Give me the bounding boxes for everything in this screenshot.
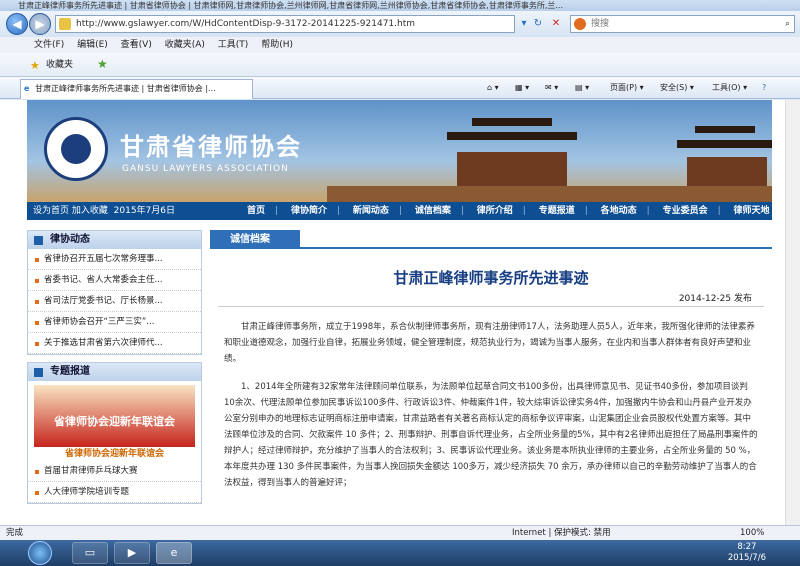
nav-lawyers[interactable]: 律师天地	[724, 202, 780, 220]
clock[interactable]: 8:27 2015/7/6	[728, 542, 766, 564]
list-item[interactable]: 人大律师学院培训专题	[28, 482, 201, 503]
search-input[interactable]: 搜搜 ⌕	[570, 15, 795, 33]
clock-date: 2015/7/6	[727, 553, 766, 563]
nav-home[interactable]: 首页	[237, 202, 275, 220]
explorer-icon[interactable]: ▭	[72, 542, 108, 564]
article-title: 甘肃正峰律师事务所先进事迹	[393, 269, 589, 287]
list-item[interactable]: 省律协召开五届七次常务理事...	[28, 249, 201, 270]
refresh-icon[interactable]: ↻	[530, 16, 546, 32]
page-icon	[59, 18, 71, 30]
banner-caption[interactable]: 省律师协会迎新年联谊会	[28, 447, 201, 461]
seal-logo-icon	[44, 117, 108, 181]
nav-date: 设为首页 加入收藏 2015年7月6日	[33, 202, 175, 220]
address-row: ◀ ▶ http://www.gslawyer.com/W/HdContentD…	[0, 11, 800, 37]
fortress-wall	[327, 186, 772, 202]
tools-menu[interactable]: 工具(O) ▾	[712, 81, 747, 95]
menu-tools[interactable]: 工具(T)	[218, 40, 249, 50]
list-item[interactable]: 省委书记、省人大常委会主任...	[28, 270, 201, 291]
menu-favorites[interactable]: 收藏夹(A)	[165, 40, 205, 50]
window-title: 甘肃正峰律师事务所先进事迹 | 甘肃省律师协会 | 甘肃律师网,甘肃律师协会,兰…	[18, 1, 563, 10]
menu-bar: 文件(F) 编辑(E) 查看(V) 收藏夹(A) 工具(T) 帮助(H)	[0, 37, 800, 53]
sidebar: 律协动态 省律协召开五届七次常务理事... 省委书记、省人大常委会主任... 省…	[27, 230, 202, 511]
status-bar: 完成 Internet | 保护模式: 禁用 100%	[0, 525, 800, 540]
news-box: 律协动态 省律协召开五届七次常务理事... 省委书记、省人大常委会主任... 省…	[27, 230, 202, 355]
feeds-icon[interactable]: ▦ ▾	[515, 81, 529, 95]
ie-icon[interactable]: e	[156, 542, 192, 564]
favorites-bar: ★ 收藏夹 ★	[0, 53, 800, 77]
stop-icon[interactable]: ✕	[548, 16, 564, 32]
mail-icon[interactable]: ✉ ▾	[545, 81, 558, 95]
print-icon[interactable]: ▤ ▾	[575, 81, 589, 95]
search-placeholder: 搜搜	[591, 19, 610, 29]
title-divider: 2014-12-25 发布	[218, 294, 764, 307]
list-item[interactable]: 省律师协会召开“三严三实”...	[28, 312, 201, 333]
home-icon[interactable]: ⌂ ▾	[487, 81, 499, 95]
clock-time: 8:27	[737, 542, 757, 552]
site-logo-text: 甘肃省律师协会	[120, 132, 302, 161]
add-favorite-icon[interactable]: ★	[97, 58, 108, 70]
tab-row: 甘肃正峰律师事务所先进事迹 | 甘肃省律师协会 |... ⌂ ▾ ▦ ▾ ✉ ▾…	[0, 77, 800, 99]
forward-arrow-icon[interactable]: ▶	[29, 13, 51, 35]
web-page: 甘肃省律师协会 GANSU LAWYERS ASSOCIATION 设为首页 加…	[0, 100, 800, 525]
list-item[interactable]: 关于推选甘肃省第六次律师代...	[28, 333, 201, 354]
vertical-scrollbar[interactable]	[785, 100, 800, 525]
article-paragraph: 甘肃正峰律师事务所，成立于1998年，系合伙制律师事务所，现有注册律师17人，法…	[224, 322, 755, 364]
nav-topics[interactable]: 专题报道	[529, 202, 585, 220]
nav-integrity[interactable]: 诚信档案	[405, 202, 461, 220]
browser-tab[interactable]: 甘肃正峰律师事务所先进事迹 | 甘肃省律师协会 |...	[20, 79, 253, 99]
nav-firms[interactable]: 律所介绍	[467, 202, 523, 220]
topics-heading: 专题报道	[28, 363, 201, 381]
zone-text: Internet | 保护模式: 禁用	[512, 528, 611, 538]
start-button[interactable]	[28, 541, 52, 565]
article-paragraph: 1、2014年全所建有32家常年法律顾问单位联系，为法顾单位起草合同文书100多…	[224, 382, 758, 488]
menu-file[interactable]: 文件(F)	[34, 40, 64, 50]
event-banner[interactable]: 省律师协会迎新年联谊会	[34, 385, 195, 447]
add-fav-link[interactable]: 加入收藏	[72, 206, 108, 216]
nav-local[interactable]: 各地动态	[591, 202, 647, 220]
list-item[interactable]: 省司法厅党委书记、厅长杨景...	[28, 291, 201, 312]
page-menu[interactable]: 页面(P) ▾	[610, 81, 644, 95]
help-icon[interactable]: ?	[762, 81, 766, 95]
topics-box: 专题报道 省律师协会迎新年联谊会 省律师协会迎新年联谊会 首届甘肃律师乒乓球大赛…	[27, 362, 202, 504]
zoom-level[interactable]: 100%	[740, 526, 764, 540]
favorites-button[interactable]: 收藏夹	[46, 53, 73, 77]
menu-edit[interactable]: 编辑(E)	[77, 40, 108, 50]
fortress-roof	[447, 132, 577, 140]
article-date: 2014-12-25 发布	[678, 294, 752, 304]
nav-committee[interactable]: 专业委员会	[653, 202, 718, 220]
nav-news[interactable]: 新闻动态	[343, 202, 399, 220]
address-url: http://www.gslawyer.com/W/HdContentDisp-…	[76, 19, 416, 29]
menu-view[interactable]: 查看(V)	[121, 40, 152, 50]
current-date: 2015年7月6日	[113, 206, 175, 216]
favorites-star-icon[interactable]: ★	[30, 60, 40, 71]
safety-menu[interactable]: 安全(S) ▾	[660, 81, 694, 95]
search-icon[interactable]: ⌕	[785, 16, 790, 32]
site-logo-english: GANSU LAWYERS ASSOCIATION	[122, 164, 289, 174]
news-heading: 律协动态	[28, 231, 201, 249]
status-text: 完成	[6, 528, 24, 538]
fortress-roof	[472, 118, 552, 126]
back-arrow-icon[interactable]: ◀	[6, 13, 28, 35]
section-header: 诚信档案	[210, 230, 772, 249]
site-header: 甘肃省律师协会 GANSU LAWYERS ASSOCIATION	[27, 100, 772, 202]
search-provider-icon	[574, 18, 586, 30]
set-home-link[interactable]: 设为首页	[33, 206, 69, 216]
taskbar: ▭ ▶ e 8:27 2015/7/6	[0, 540, 800, 566]
address-bar[interactable]: http://www.gslawyer.com/W/HdContentDisp-…	[55, 15, 515, 33]
fortress-roof	[695, 126, 755, 133]
article-area: 诚信档案 甘肃正峰律师事务所先进事迹 2014-12-25 发布 甘肃正峰律师事…	[210, 230, 772, 491]
list-item[interactable]: 首届甘肃律师乒乓球大赛	[28, 461, 201, 482]
window-title-bar: 甘肃正峰律师事务所先进事迹 | 甘肃省律师协会 | 甘肃律师网,甘肃律师协会,兰…	[0, 0, 800, 11]
fortress-roof	[677, 140, 772, 148]
site-nav: 设为首页 加入收藏 2015年7月6日 首页 | 律协简介 | 新闻动态 | 诚信档案…	[27, 202, 772, 220]
banner-text: 省律师协会迎新年联谊会	[54, 415, 175, 428]
nav-about[interactable]: 律协简介	[281, 202, 337, 220]
media-player-icon[interactable]: ▶	[114, 542, 150, 564]
menu-help[interactable]: 帮助(H)	[261, 40, 293, 50]
section-label: 诚信档案	[210, 230, 300, 249]
